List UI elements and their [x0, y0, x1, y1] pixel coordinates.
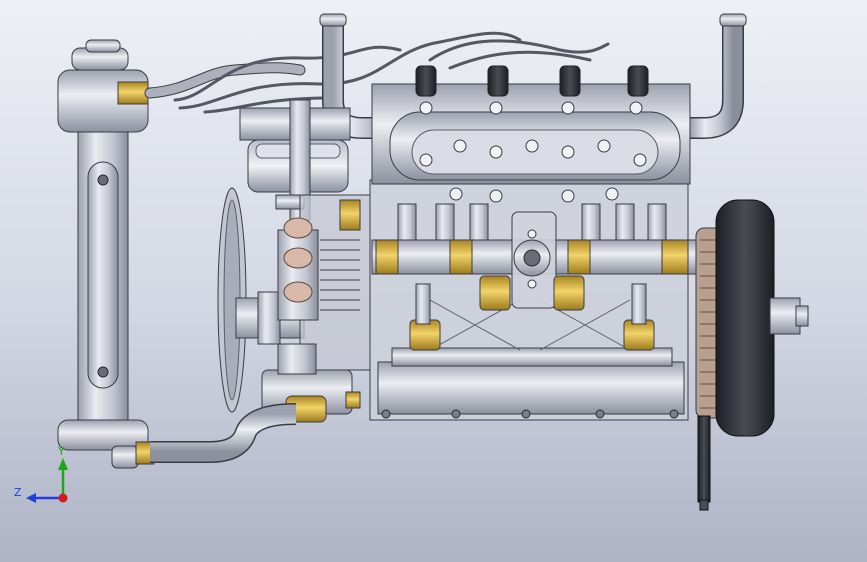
radiator-core-slot [87, 161, 119, 389]
radiator-drain [111, 445, 139, 469]
right-exhaust-cap [719, 13, 747, 27]
left-exhaust-cap [319, 13, 347, 27]
flywheel[interactable] [695, 199, 809, 437]
radiator[interactable] [57, 39, 155, 469]
radiator-bolt-top [97, 174, 109, 186]
triad-z-label: Z [14, 486, 22, 499]
triad-z-arrowhead [26, 493, 36, 503]
cylinder-head[interactable] [371, 83, 691, 185]
triad-y-label: Y [57, 445, 65, 458]
engine-assembly-view[interactable]: Y Z [0, 0, 867, 562]
radiator-upper-fitting [117, 81, 149, 105]
triad-y-arrowhead [58, 458, 68, 470]
radiator-filler-cap-top [85, 39, 121, 53]
cad-viewport[interactable]: Y Z [0, 0, 867, 562]
sensor-lead [697, 415, 711, 511]
radiator-bolt-bottom [97, 366, 109, 378]
distributor[interactable] [511, 211, 557, 309]
right-exhaust-pipe[interactable] [690, 22, 744, 139]
radiator-bottom-tank [57, 419, 149, 451]
lower-radiator-hose [150, 403, 297, 463]
triad-x-axis-dot [58, 493, 68, 503]
orientation-triad[interactable]: Y Z [14, 445, 68, 503]
